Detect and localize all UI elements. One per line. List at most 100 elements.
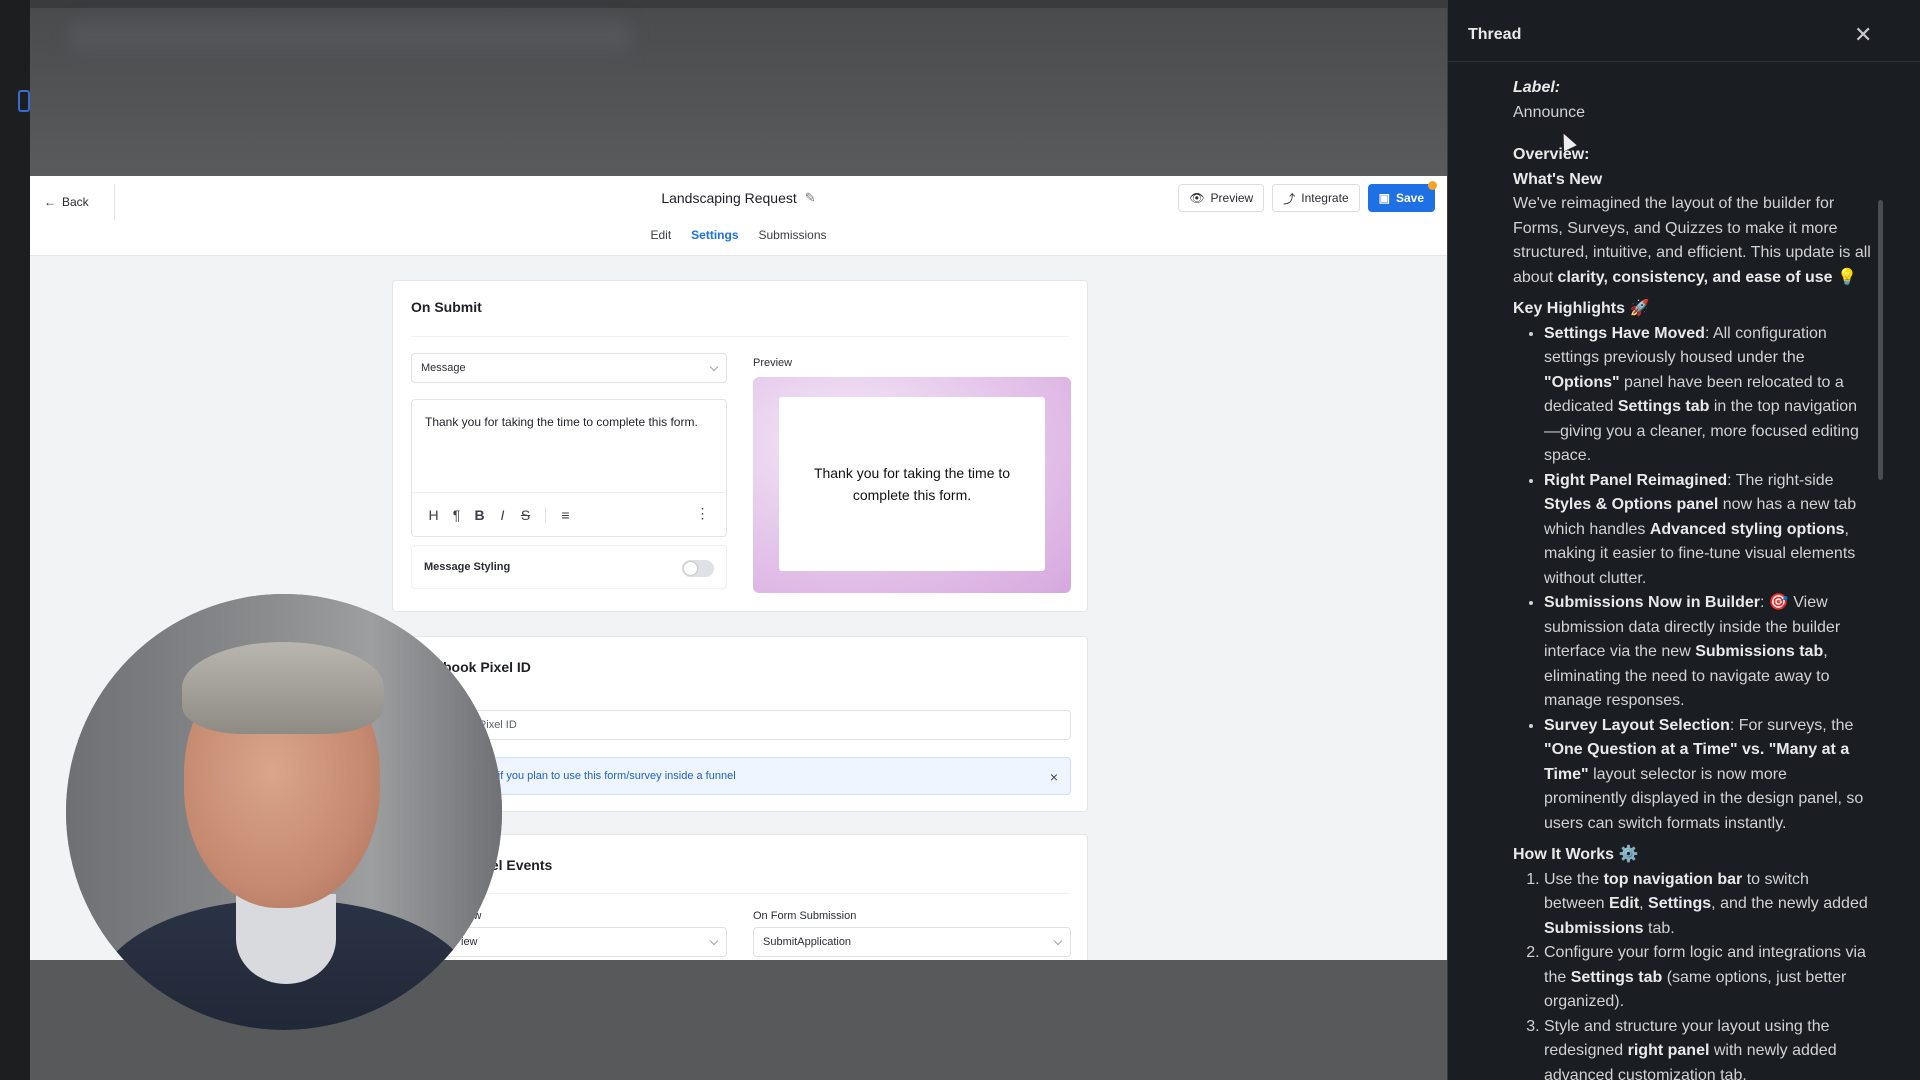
highlight-text: : The right-side xyxy=(1727,471,1834,489)
tab-edit[interactable]: Edit xyxy=(650,228,671,242)
list-item: Right Panel Reimagined: The right-side S… xyxy=(1544,469,1873,592)
notification-dot xyxy=(1428,181,1437,190)
chevron-down-icon xyxy=(1053,936,1063,945)
thread-header: Thread ✕ xyxy=(1448,0,1920,62)
whats-new-heading: What's New xyxy=(1513,170,1603,188)
webcam-overlay xyxy=(66,594,502,1030)
list-item: Use the top navigation bar to switch bet… xyxy=(1544,868,1873,942)
eye-icon: 👁 xyxy=(1189,191,1205,205)
close-icon[interactable]: × xyxy=(1050,769,1058,785)
step-bold: Settings xyxy=(1648,895,1712,912)
left-edge xyxy=(0,0,30,1080)
save-button[interactable]: ▣ Save xyxy=(1367,181,1437,212)
screen: ← Back Landscaping Request ✎ Edit Settin… xyxy=(0,0,1920,1080)
highlight-bold: Settings tab xyxy=(1617,398,1710,415)
steps-list: Use the top navigation bar to switch bet… xyxy=(1513,868,1873,1080)
app-mark-icon xyxy=(18,90,30,112)
on-submit-select[interactable]: Message xyxy=(411,353,727,383)
message-text[interactable]: Thank you for taking the time to complet… xyxy=(425,413,705,432)
intro-paragraph: We've reimagined the layout of the build… xyxy=(1513,192,1873,290)
pixel-id-input[interactable]: book Pixel ID xyxy=(411,710,1071,740)
close-icon[interactable]: ✕ xyxy=(1854,22,1872,48)
highlight-text: : For surveys, the xyxy=(1729,716,1854,734)
pencil-icon[interactable]: ✎ xyxy=(805,190,816,206)
italic-icon[interactable]: I xyxy=(495,507,510,523)
on-submit-title: On Submit xyxy=(411,299,482,315)
message-styling-toggle[interactable] xyxy=(682,560,714,577)
on-submit-select-value: Message xyxy=(421,362,466,374)
highlights-list: Settings Have Moved: All configuration s… xyxy=(1513,322,1873,837)
integrate-button[interactable]: ⤴ Integrate xyxy=(1272,184,1360,212)
highlight-bold: Submissions tab xyxy=(1695,643,1824,660)
save-button-label: Save xyxy=(1395,191,1424,205)
thread-panel: Thread ✕ Label: Announce Overview: What'… xyxy=(1448,0,1920,1080)
step-bold: Edit xyxy=(1608,895,1640,912)
chevron-down-icon xyxy=(709,936,719,945)
strikethrough-icon[interactable]: S xyxy=(518,507,533,523)
toolbar-buttons: 👁 Preview ⤴ Integrate ▣ Save xyxy=(1178,181,1437,212)
step-text: , and the newly added xyxy=(1711,895,1868,912)
highlight-title: Submissions Now in Builder xyxy=(1544,594,1761,611)
tab-submissions[interactable]: Submissions xyxy=(759,228,827,242)
pixel-info-banner: s field if you plan to use this form/sur… xyxy=(411,757,1071,795)
presenter-hair xyxy=(182,642,384,734)
highlight-bold: Styles & Options panel xyxy=(1544,496,1719,513)
highlight-title: Survey Layout Selection xyxy=(1544,716,1730,734)
list-item: Settings Have Moved: All configuration s… xyxy=(1544,322,1873,469)
key-highlights-heading: Key Highlights xyxy=(1513,300,1626,317)
builder-topbar: ← Back Landscaping Request ✎ Edit Settin… xyxy=(30,176,1447,256)
lightbulb-icon: 💡 xyxy=(1837,268,1857,286)
integrate-button-label: Integrate xyxy=(1301,191,1349,205)
label-key: Label xyxy=(1513,79,1555,96)
intro-bold: clarity, consistency, and ease of use xyxy=(1557,268,1833,286)
message-styling-row: Message Styling xyxy=(411,545,727,589)
preview-label: Preview xyxy=(753,357,793,369)
save-icon: ▣ xyxy=(1378,191,1390,205)
thread-message: Label: Announce Overview: What's New We'… xyxy=(1513,76,1873,1080)
highlight-bold: Advanced styling options xyxy=(1649,520,1845,538)
bold-icon[interactable]: B xyxy=(472,507,487,523)
paragraph-icon[interactable]: ¶ xyxy=(449,507,464,523)
highlight-text: layout selector is now more prominently … xyxy=(1544,765,1864,832)
blurred-region xyxy=(70,22,630,52)
on-form-submission-label: On Form Submission xyxy=(753,910,857,922)
message-styling-label: Message Styling xyxy=(424,561,511,573)
step-bold: Submissions xyxy=(1544,919,1644,937)
step-text: Use the xyxy=(1544,870,1604,888)
share-icon: ⤴ xyxy=(1283,191,1296,206)
heading-icon[interactable]: H xyxy=(426,507,441,523)
tab-settings[interactable]: Settings xyxy=(691,228,738,242)
more-options-icon[interactable]: ⋮ xyxy=(695,505,710,522)
divider xyxy=(411,336,1069,337)
preview-message-text: Thank you for taking the time to complet… xyxy=(779,397,1045,571)
thread-title: Thread xyxy=(1468,26,1522,43)
on-form-submission-select[interactable]: SubmitApplication xyxy=(753,927,1071,957)
step-bold: Settings tab xyxy=(1570,968,1663,986)
on-submit-card: On Submit Message Thank you for taking t… xyxy=(392,280,1088,612)
label-value: Announce xyxy=(1513,103,1586,121)
chevron-down-icon xyxy=(709,362,719,371)
list-item: Configure your form logic and integratio… xyxy=(1544,941,1873,1015)
dimmed-header-area xyxy=(30,8,1447,176)
message-preview: Thank you for taking the time to complet… xyxy=(753,377,1071,593)
divider xyxy=(545,506,546,523)
highlight-bold: "Options" xyxy=(1544,373,1620,391)
step-bold: right panel xyxy=(1627,1042,1710,1059)
how-it-works-heading: How It Works xyxy=(1513,846,1615,863)
list-item: Style and structure your layout using th… xyxy=(1544,1015,1873,1080)
step-bold: top navigation bar xyxy=(1603,870,1743,888)
highlight-title: Settings Have Moved xyxy=(1544,324,1705,342)
scrollbar[interactable] xyxy=(1878,200,1883,480)
editor-toolbar: H ¶ B I S ≡ ⋮ xyxy=(412,492,726,536)
list-item: Submissions Now in Builder: 🎯 View submi… xyxy=(1544,591,1873,714)
form-title-text: Landscaping Request xyxy=(661,190,797,206)
builder-tabs: Edit Settings Submissions xyxy=(30,228,1447,242)
list-item: Survey Layout Selection: For surveys, th… xyxy=(1544,714,1873,837)
preview-button-label: Preview xyxy=(1210,191,1254,205)
preview-button[interactable]: 👁 Preview xyxy=(1178,184,1265,212)
align-icon[interactable]: ≡ xyxy=(558,507,573,523)
step-text: , xyxy=(1639,895,1649,912)
rocket-icon: 🚀 xyxy=(1629,300,1650,317)
gear-icon: ⚙️ xyxy=(1618,846,1639,863)
message-editor[interactable]: Thank you for taking the time to complet… xyxy=(411,399,727,537)
